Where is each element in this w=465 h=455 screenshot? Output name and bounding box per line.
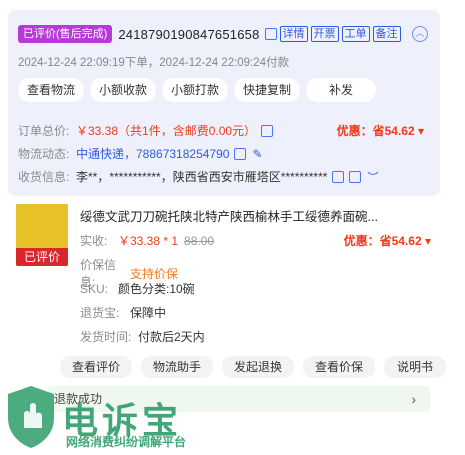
details-chip[interactable]: 详情 xyxy=(279,26,308,42)
ship-value: 付款后2天内 xyxy=(138,330,205,344)
small-pay-button[interactable]: 小额打款 xyxy=(162,78,228,102)
return-row: 退货宝: 保障中 xyxy=(80,304,166,321)
edit-icon[interactable]: ✎ xyxy=(252,147,262,161)
copy-icon[interactable] xyxy=(234,147,247,160)
order-total-row: 订单总价: ￥33.38（共1件，含邮费0.00元） xyxy=(18,122,274,139)
receiver-label: 收货信息: xyxy=(18,170,70,184)
order-time: 2024-12-24 22:09:19下单，2024-12-24 22:09:2… xyxy=(18,57,290,69)
view-logistics-button[interactable]: 查看物流 xyxy=(18,78,84,102)
logistics-label: 物流动态: xyxy=(18,147,70,161)
sku-label: SKU: xyxy=(80,281,109,296)
small-receive-button[interactable]: 小额收款 xyxy=(90,78,156,102)
return-value: 保障中 xyxy=(130,306,167,320)
collapse-icon[interactable]: ︿ xyxy=(412,26,428,42)
order-header-row: 已评价(售后完成) 2418790190847651658 详情 开票 工单 备… xyxy=(18,24,401,44)
order-number: 2418790190847651658 xyxy=(118,26,260,42)
logistics-row: 物流动态: 中通快递，78867318254790 ✎ xyxy=(18,145,263,162)
quick-copy-button[interactable]: 快捷复制 xyxy=(234,78,300,102)
watermark-subtitle: 网络消费纠纷调解平台 xyxy=(66,435,187,449)
product-title[interactable]: 绥德文武刀刀碗托陕北特产陕西榆林手工绥德养面碗... xyxy=(80,206,378,225)
sku-row: SKU: 颜色分类:10碗 xyxy=(80,280,195,297)
order-action-row: 查看物流 小额收款 小额打款 快捷复制 补发 xyxy=(18,78,376,102)
copy-icon[interactable] xyxy=(261,124,274,137)
reship-button[interactable]: 补发 xyxy=(306,78,376,102)
status-badge: 已评价(售后完成) xyxy=(18,25,113,43)
total-value: ￥33.38（共1件，含邮费0.00元） xyxy=(76,124,257,138)
return-label: 退货宝: xyxy=(80,306,120,320)
shield-logo-icon xyxy=(8,386,54,448)
sku-value: 颜色分类:10碗 xyxy=(118,282,195,296)
total-label: 订单总价: xyxy=(18,124,70,138)
receiver-row: 收货信息: 李**，***********，陕西省西安市雁塔区*********… xyxy=(18,168,378,185)
chevron-right-icon: › xyxy=(411,391,416,407)
ship-row: 发货时间: 付款后2天内 xyxy=(80,328,205,345)
paid-row: 实收: ￥33.38 * 1 88.00 xyxy=(80,232,214,249)
product-discount: 优惠：省54.62 ▾ xyxy=(343,234,431,248)
ship-label: 发货时间: xyxy=(80,330,132,344)
paid-label: 实收: xyxy=(80,234,108,248)
invoice-chip[interactable]: 开票 xyxy=(310,26,339,42)
order-summary-panel: 已评价(售后完成) 2418790190847651658 详情 开票 工单 备… xyxy=(8,10,440,196)
logistics-helper-button[interactable]: 物流助手 xyxy=(141,356,213,378)
ticket-chip[interactable]: 工单 xyxy=(341,26,370,42)
copy-icon[interactable] xyxy=(264,28,277,40)
manual-button[interactable]: 说明书 xyxy=(384,356,446,378)
note-chip[interactable]: 备注 xyxy=(372,26,401,42)
paid-value: ￥33.38 * 1 xyxy=(118,234,179,248)
logistics-value[interactable]: 中通快递，78867318254790 xyxy=(76,145,229,162)
copy-icon[interactable] xyxy=(332,170,345,183)
view-insured-button[interactable]: 查看价保 xyxy=(303,356,375,378)
return-exchange-button[interactable]: 发起退换 xyxy=(222,356,294,378)
reviewed-label: 已评价 xyxy=(16,248,68,266)
decrypt-icon[interactable] xyxy=(349,170,362,183)
hide-eye-icon[interactable]: ︶ xyxy=(367,169,378,185)
order-discount: 优惠：省54.62 ▾ xyxy=(336,124,424,138)
product-action-row: 查看评价 物流助手 发起退换 查看价保 说明书 xyxy=(60,356,446,378)
order-card: 已评价(售后完成) 2418790190847651658 详情 开票 工单 备… xyxy=(0,0,465,455)
original-price: 88.00 xyxy=(184,233,215,248)
view-review-button[interactable]: 查看评价 xyxy=(60,356,132,378)
receiver-value: 李**，***********，陕西省西安市雁塔区********** xyxy=(76,170,328,184)
product-image[interactable]: 已评价 xyxy=(16,204,68,266)
insured-value: 支持价保 xyxy=(130,266,179,281)
